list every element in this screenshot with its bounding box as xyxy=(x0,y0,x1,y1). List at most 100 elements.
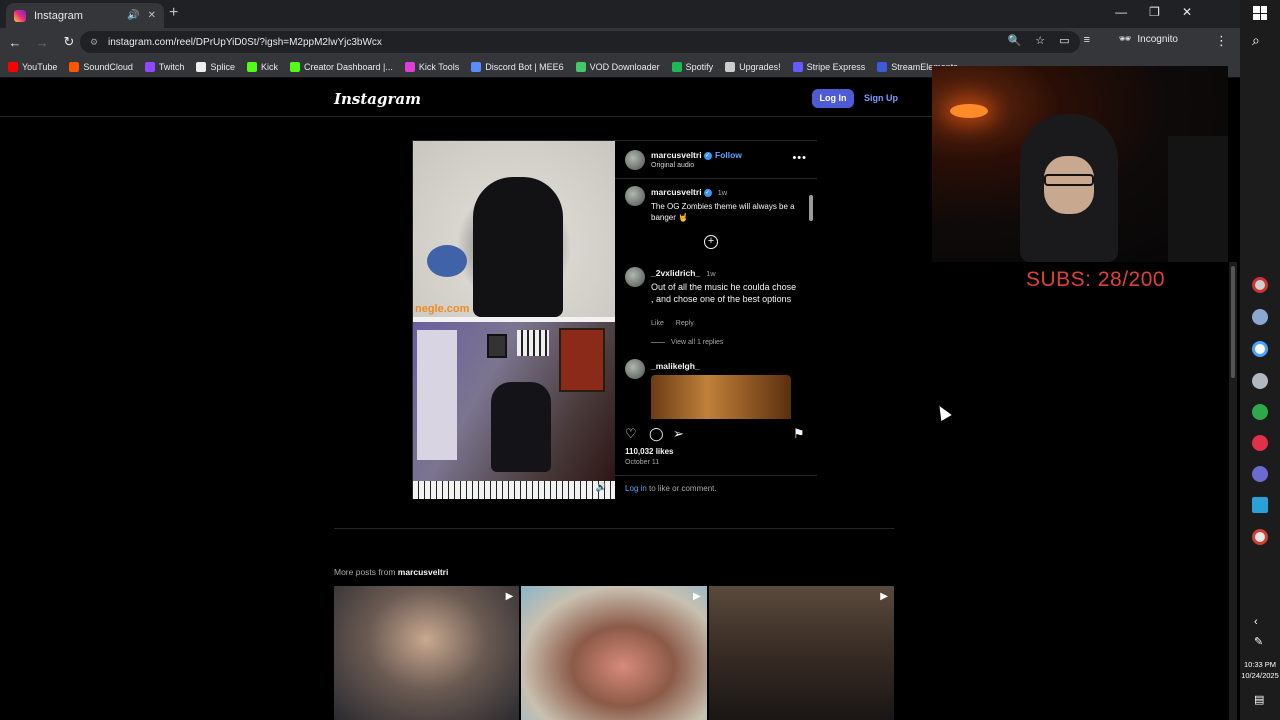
clock[interactable]: 10:33 PM 10/24/2025 xyxy=(1240,659,1280,681)
comment-username[interactable]: _2vxlidrich_ 1w xyxy=(651,268,716,278)
caption-text: The OG Zombies theme will always be a ba… xyxy=(651,202,795,222)
reading-list-icon[interactable]: ≡ xyxy=(1084,34,1090,47)
reel-video-bottom[interactable]: 🔊 xyxy=(413,322,615,499)
app-icon-live[interactable] xyxy=(1252,497,1268,513)
instagram-page: Instagram Log In Sign Up negle.com 🔊 mar… xyxy=(0,79,932,720)
speaker-icon[interactable]: 🔊 xyxy=(127,10,139,21)
instagram-logo[interactable]: Instagram xyxy=(334,90,421,108)
close-window-icon[interactable]: ✕ xyxy=(1182,5,1192,19)
bookmark-item[interactable]: Kick Tools xyxy=(404,61,459,72)
mouse-cursor-icon xyxy=(934,402,952,422)
bookmark-item[interactable]: Discord Bot | MEE6 xyxy=(471,61,564,72)
notification-icon[interactable]: ▤ xyxy=(1254,693,1264,706)
comment-username[interactable]: _malikelgh_ xyxy=(651,361,700,371)
bookmark-item[interactable]: Splice xyxy=(196,61,235,72)
app-icon-media[interactable] xyxy=(1252,435,1268,451)
app-icon-obs[interactable] xyxy=(1252,277,1268,293)
webcam-lamp xyxy=(950,104,988,118)
address-bar[interactable]: ⚙ instagram.com/reel/DPrUpYiD0St/?igsh=M… xyxy=(80,31,1080,53)
view-replies-button[interactable]: View all 1 replies xyxy=(651,339,723,346)
windows-start-icon[interactable] xyxy=(1253,6,1267,20)
bookmark-item[interactable]: Stripe Express xyxy=(792,61,865,72)
login-button[interactable]: Log In xyxy=(812,89,854,108)
incognito-indicator[interactable]: 🕶 Incognito xyxy=(1119,34,1178,45)
bookmark-label: VOD Downloader xyxy=(589,61,660,72)
volume-icon[interactable]: 🔊 xyxy=(596,482,607,493)
bookmark-item[interactable]: Spotify xyxy=(671,61,714,72)
minimize-icon[interactable]: — xyxy=(1115,5,1127,19)
author-avatar[interactable] xyxy=(625,150,645,170)
app-icon-chrome[interactable] xyxy=(1252,341,1268,357)
zoom-icon[interactable]: 🔍 xyxy=(1008,34,1022,47)
heart-icon[interactable]: ♡ xyxy=(625,426,637,442)
site-info-icon[interactable]: ⚙ xyxy=(90,37,100,47)
tab-instagram[interactable]: Instagram 🔊 ✕ xyxy=(6,3,164,28)
bookmark-item[interactable]: Upgrades! xyxy=(725,61,781,72)
likes-count[interactable]: 110,032 likes xyxy=(625,447,674,456)
bookmark-favicon-icon xyxy=(575,61,586,72)
app-icon-folder[interactable] xyxy=(1252,373,1268,389)
new-tab-button[interactable]: + xyxy=(169,4,178,22)
more-posts-user[interactable]: marcusveltri xyxy=(398,567,449,577)
browser-menu-icon[interactable]: ⋮ xyxy=(1215,33,1228,49)
comments-panel: marcusveltri ✓ 1w The OG Zombies theme wil… xyxy=(615,179,817,419)
cast-icon[interactable]: ▭ xyxy=(1059,34,1069,47)
bookmark-item[interactable]: Creator Dashboard |... xyxy=(289,61,393,72)
bookmark-item[interactable]: VOD Downloader xyxy=(575,61,660,72)
post-thumbnail[interactable]: ▶ xyxy=(334,586,520,720)
comment-reply-button[interactable]: Reply xyxy=(676,320,694,327)
audio-label[interactable]: Original audio xyxy=(651,162,694,169)
app-icon-calculator[interactable] xyxy=(1252,466,1268,482)
caption-username[interactable]: marcusveltri ✓ 1w xyxy=(651,187,727,197)
search-icon[interactable]: ⌕ xyxy=(1252,32,1260,49)
incognito-icon: 🕶 xyxy=(1118,34,1132,45)
follow-button[interactable]: Follow xyxy=(715,150,742,160)
video-microphone xyxy=(427,245,467,277)
close-tab-icon[interactable]: ✕ xyxy=(148,10,156,21)
bookmark-item[interactable]: SoundCloud xyxy=(69,61,133,72)
chevron-left-icon[interactable]: ‹ xyxy=(1254,616,1258,628)
comment-text: Out of all the music he coulda chose , a… xyxy=(651,282,797,304)
bookmark-item[interactable]: Kick xyxy=(246,61,278,72)
page-scrollbar[interactable] xyxy=(1229,262,1237,720)
bookmark-item[interactable]: YouTube xyxy=(8,61,58,72)
save-bookmark-icon[interactable]: ⚑ xyxy=(793,426,805,442)
caption-avatar[interactable] xyxy=(625,186,645,206)
app-icon-xbox[interactable] xyxy=(1252,404,1268,420)
more-options-icon[interactable]: ••• xyxy=(792,152,807,164)
app-icon-discord[interactable] xyxy=(1252,309,1268,325)
clock-time: 10:33 PM xyxy=(1243,660,1277,669)
load-more-comments-icon[interactable]: + xyxy=(704,235,718,249)
bookmark-favicon-icon xyxy=(877,61,888,72)
comments-scrollbar[interactable] xyxy=(809,183,813,413)
login-link[interactable]: Log in xyxy=(625,484,647,493)
bookmark-item[interactable]: Twitch xyxy=(144,61,184,72)
app-icon-chrome-active[interactable] xyxy=(1252,529,1268,545)
post-thumbnail[interactable]: ▶ xyxy=(521,586,707,720)
pen-icon[interactable]: ✎ xyxy=(1254,635,1263,648)
forward-icon[interactable]: → xyxy=(30,35,54,50)
back-icon[interactable]: ← xyxy=(3,35,27,50)
reload-icon[interactable]: ↻ xyxy=(57,34,81,50)
bookmark-label: YouTube xyxy=(22,61,58,72)
bookmark-star-icon[interactable]: ☆ xyxy=(1035,34,1045,47)
author-username[interactable]: marcusveltri ✓ xyxy=(651,150,712,160)
comment-like-button[interactable]: Like xyxy=(651,320,664,327)
comment-avatar[interactable] xyxy=(625,359,645,379)
post-thumbnail[interactable]: ▶ xyxy=(708,586,894,720)
bookmark-favicon-icon xyxy=(246,61,257,72)
share-icon[interactable]: ➢ xyxy=(673,426,684,442)
tab-strip: Instagram 🔊 ✕ + — ❐ ✕ xyxy=(0,0,1240,28)
video-door xyxy=(417,330,457,460)
signup-button[interactable]: Sign Up xyxy=(864,93,898,103)
video-piano-art xyxy=(517,330,549,356)
reel-video-top[interactable]: negle.com xyxy=(413,141,615,317)
bookmark-favicon-icon xyxy=(144,61,155,72)
restore-icon[interactable]: ❐ xyxy=(1149,5,1160,19)
page-scrollbar-thumb[interactable] xyxy=(1231,266,1235,378)
scrollbar-thumb[interactable] xyxy=(809,195,813,221)
comment-avatar[interactable] xyxy=(625,267,645,287)
subs-counter: SUBS: 28/200 xyxy=(1026,268,1166,291)
comment-icon[interactable]: ◯ xyxy=(649,426,664,442)
bookmark-label: Spotify xyxy=(685,61,714,72)
